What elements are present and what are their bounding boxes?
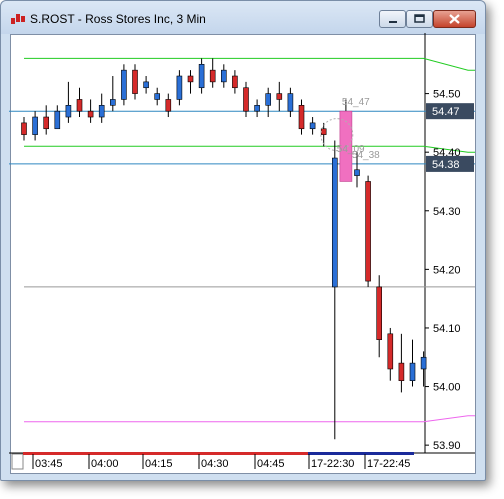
time-tick-label: 04:15 [145,458,173,470]
price-tick-label: 54.00 [433,382,461,394]
candle-body[interactable] [209,69,216,83]
candle-body[interactable] [154,93,160,100]
candle-body[interactable] [387,333,394,370]
candle-body[interactable] [98,105,105,118]
price-tick-label: 54.50 [433,89,461,101]
price-tick-label: 53.90 [433,440,461,452]
price-tick-label: 54.30 [433,206,461,218]
title-bar[interactable]: S.ROST - Ross Stores Inc, 3 Min [1,1,485,34]
candle-body[interactable] [287,93,294,112]
candle-body[interactable] [21,122,27,135]
candle-body[interactable] [110,99,116,106]
candle-body[interactable] [187,75,194,83]
price-badge-label: 54.38 [432,159,460,171]
time-tick-label: 17-22:45 [367,458,410,470]
candle-body[interactable] [221,69,227,83]
candle-body[interactable] [276,93,283,100]
candle-body[interactable] [165,99,172,112]
indicator-line-green-upper [24,57,475,71]
minimize-button[interactable] [379,10,406,28]
candle-body[interactable] [87,110,94,118]
price-tick-label: 54.10 [433,323,461,335]
price-annotation: 54_09 [337,144,365,155]
indicator-line-green-lower [24,145,475,153]
price-badge-label: 54.47 [432,106,460,118]
time-tick-label: 17-22:30 [311,458,354,470]
app-icon [11,14,25,24]
candle-body[interactable] [265,93,272,106]
candle-body[interactable] [420,356,427,370]
plot-area[interactable]: 54_4754_3854_09 [9,33,475,454]
candle-body[interactable] [398,362,405,381]
candle-body[interactable] [320,128,327,135]
minimize-icon [389,21,397,23]
price-annotation: 54_47 [342,97,370,108]
time-tick-label: 04:30 [201,458,229,470]
candlestick-chart[interactable]: 54_4754_3854_09 54.5054.4054.3054.2054.1… [9,33,475,473]
candle-body[interactable] [43,116,50,130]
candle-body[interactable] [365,181,371,282]
candle-body[interactable] [121,69,127,100]
time-tick-label: 03:45 [35,458,63,470]
window-title: S.ROST - Ross Stores Inc, 3 Min [30,12,206,26]
time-tick-label: 04:00 [91,458,119,470]
candle-body[interactable] [232,75,238,89]
session-bar-red [23,452,308,455]
candle-body[interactable] [309,122,316,130]
candle-body[interactable] [176,75,183,100]
candle-body[interactable] [331,157,338,288]
candle-body[interactable] [354,169,360,176]
candle-body[interactable] [76,99,83,112]
price-axis[interactable]: 54.5054.4054.3054.2054.1054.0053.9054.47… [425,89,474,453]
candle-body[interactable] [243,87,249,112]
candle-body[interactable] [32,116,38,135]
maximize-icon [414,14,425,23]
indicator-line-magenta-lower [24,415,475,423]
candle-body[interactable] [409,362,416,381]
candle-body[interactable] [376,286,383,340]
candle-body[interactable] [65,105,72,118]
price-tick-label: 54.20 [433,264,461,276]
candle-body[interactable] [143,81,149,89]
candle-body[interactable] [298,105,305,130]
candle-body[interactable] [198,63,205,89]
session-bar-blue [308,452,414,455]
close-icon [449,14,460,24]
candle-body[interactable] [254,105,260,112]
time-axis[interactable]: 03:45 04:00 04:15 04:30 04:45 17-22:30 17-22:4… [11,452,414,470]
time-tick-label: 04:45 [257,458,285,470]
time-axis-corner-box[interactable] [11,453,24,470]
candle-body[interactable] [54,110,61,130]
maximize-button[interactable] [406,10,433,28]
close-button[interactable] [433,10,476,28]
candle-body[interactable] [132,69,138,94]
